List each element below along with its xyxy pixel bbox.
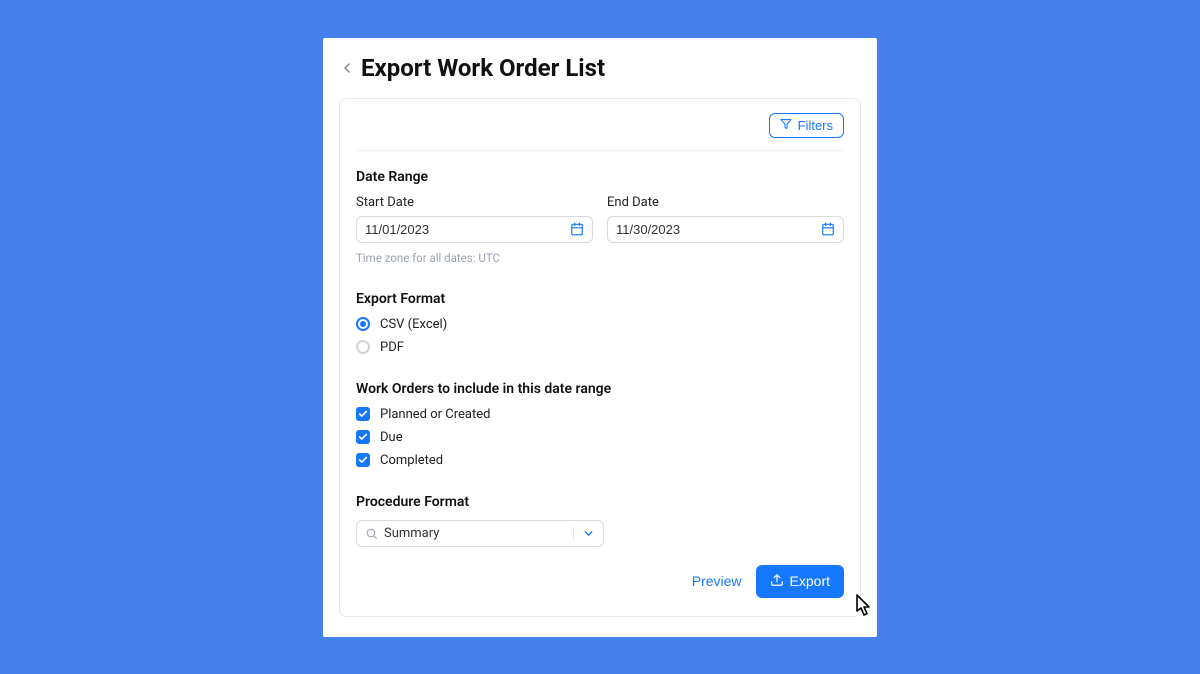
radio-option-csv[interactable]: CSV (Excel) [356,317,844,332]
back-icon[interactable] [339,59,355,77]
checkbox-label: Due [380,430,403,445]
procedure-format-value: Summary [384,526,567,541]
timezone-note: Time zone for all dates: UTC [356,251,844,265]
radio-icon[interactable] [356,317,370,331]
filters-button-label: Filters [798,118,833,133]
calendar-icon[interactable] [570,222,584,236]
check-completed[interactable]: Completed [356,453,844,468]
start-date-input[interactable] [365,222,564,237]
end-date-input[interactable] [616,222,815,237]
procedure-format-select[interactable]: Summary [356,520,604,547]
filters-button[interactable]: Filters [769,113,844,138]
export-card: Filters Date Range Start Date End Date [339,98,861,617]
checkbox-icon[interactable] [356,407,370,421]
chevron-down-icon[interactable] [573,527,595,540]
search-icon [365,527,378,540]
procedure-format-title: Procedure Format [356,494,844,510]
end-date-input-wrap[interactable] [607,216,844,243]
start-date-input-wrap[interactable] [356,216,593,243]
radio-icon[interactable] [356,340,370,354]
checkbox-icon[interactable] [356,453,370,467]
panel-header: Export Work Order List [339,54,861,82]
preview-button[interactable]: Preview [692,573,742,589]
export-button-label: Export [790,573,830,589]
check-due[interactable]: Due [356,430,844,445]
export-panel: Export Work Order List Filters Date Rang… [323,38,877,637]
date-range-title: Date Range [356,169,844,185]
end-date-col: End Date [607,195,844,243]
checkbox-label: Planned or Created [380,407,490,422]
upload-icon [770,573,784,590]
radio-label: CSV (Excel) [380,317,447,332]
card-footer: Preview Export [356,565,844,598]
funnel-icon [780,118,792,133]
checkbox-icon[interactable] [356,430,370,444]
check-planned-or-created[interactable]: Planned or Created [356,407,844,422]
radio-option-pdf[interactable]: PDF [356,340,844,355]
start-date-col: Start Date [356,195,593,243]
page-title: Export Work Order List [361,54,605,82]
filters-row: Filters [356,113,844,151]
export-format-title: Export Format [356,291,844,307]
end-date-label: End Date [607,195,844,210]
calendar-icon[interactable] [821,222,835,236]
export-button[interactable]: Export [756,565,844,598]
include-title: Work Orders to include in this date rang… [356,381,844,397]
radio-label: PDF [380,340,404,355]
start-date-label: Start Date [356,195,593,210]
date-range-row: Start Date End Date [356,195,844,243]
checkbox-label: Completed [380,453,443,468]
